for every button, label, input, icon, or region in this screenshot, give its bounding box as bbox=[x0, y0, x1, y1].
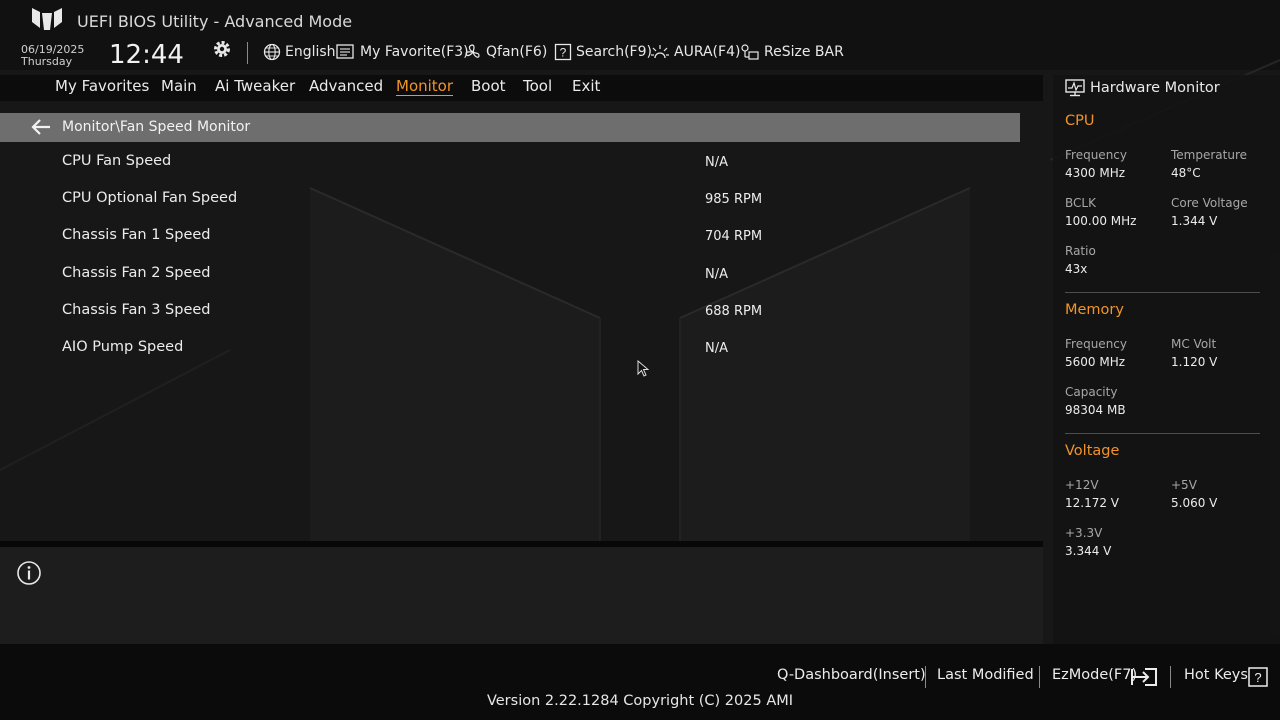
main-menu-bar bbox=[0, 75, 1043, 101]
aura-button[interactable]: AURA(F4) bbox=[650, 42, 740, 62]
header-separator bbox=[247, 42, 248, 64]
question-box-icon[interactable]: ? bbox=[1248, 667, 1268, 687]
hw-5v-label: +5V bbox=[1171, 478, 1197, 492]
globe-icon bbox=[263, 43, 281, 61]
tab-advanced[interactable]: Advanced bbox=[309, 77, 383, 95]
row-value-chassis-fan-1: 704 RPM bbox=[705, 229, 763, 244]
hw-mem-capacity-label: Capacity bbox=[1065, 385, 1118, 399]
hw-cpu-heading: CPU bbox=[1065, 113, 1095, 129]
hw-cpu-core-voltage-label: Core Voltage bbox=[1171, 196, 1248, 210]
row-value-cpu-fan: N/A bbox=[705, 155, 728, 170]
row-label-chassis-fan-2[interactable]: Chassis Fan 2 Speed bbox=[62, 265, 210, 281]
language-button[interactable]: English bbox=[263, 42, 336, 62]
tab-exit[interactable]: Exit bbox=[572, 77, 600, 95]
hw-mem-mc-volt-value: 1.120 V bbox=[1171, 355, 1218, 369]
row-label-cpu-fan[interactable]: CPU Fan Speed bbox=[62, 153, 171, 169]
hw-cpu-core-voltage-value: 1.344 V bbox=[1171, 214, 1218, 228]
mouse-cursor-icon bbox=[637, 360, 649, 377]
resize-bar-button[interactable]: ReSize BAR bbox=[740, 42, 844, 62]
hw-33v-value: 3.344 V bbox=[1065, 544, 1112, 558]
row-value-chassis-fan-3: 688 RPM bbox=[705, 304, 763, 319]
aura-label: AURA(F4) bbox=[674, 44, 741, 60]
svg-text:?: ? bbox=[1254, 670, 1261, 685]
tab-tool[interactable]: Tool bbox=[523, 77, 552, 95]
info-icon bbox=[17, 561, 41, 585]
hw-voltage-heading: Voltage bbox=[1065, 443, 1120, 459]
qfan-button[interactable]: Qfan(F6) bbox=[464, 42, 547, 62]
hw-cpu-frequency-label: Frequency bbox=[1065, 148, 1127, 162]
hw-33v-label: +3.3V bbox=[1065, 526, 1103, 540]
my-favorite-button[interactable]: My Favorite(F3) bbox=[336, 42, 469, 62]
svg-text:?: ? bbox=[560, 46, 567, 60]
tuf-logo-icon bbox=[32, 8, 62, 30]
monitor-chart-icon bbox=[1065, 79, 1085, 97]
hw-cpu-ratio-value: 43x bbox=[1065, 262, 1088, 276]
gear-icon[interactable] bbox=[212, 39, 232, 59]
hw-cpu-bclk-value: 100.00 MHz bbox=[1065, 214, 1137, 228]
tab-my-favorites[interactable]: My Favorites bbox=[55, 77, 149, 95]
hardware-monitor-title: Hardware Monitor bbox=[1090, 80, 1220, 96]
row-label-chassis-fan-3[interactable]: Chassis Fan 3 Speed bbox=[62, 302, 210, 318]
hw-cpu-temperature-value: 48°C bbox=[1171, 166, 1201, 180]
version-text: Version 2.22.1284 Copyright (C) 2025 AMI bbox=[486, 693, 794, 709]
fan-icon bbox=[465, 44, 480, 58]
hw-cpu-bclk-label: BCLK bbox=[1065, 196, 1096, 210]
row-label-chassis-fan-1[interactable]: Chassis Fan 1 Speed bbox=[62, 227, 210, 243]
hw-12v-value: 12.172 V bbox=[1065, 496, 1120, 510]
search-label: Search(F9) bbox=[576, 44, 652, 60]
resize-bar-icon bbox=[741, 44, 759, 60]
hw-cpu-frequency-value: 4300 MHz bbox=[1065, 166, 1126, 180]
hw-cpu-temperature-label: Temperature bbox=[1171, 148, 1248, 162]
hw-5v-value: 5.060 V bbox=[1171, 496, 1218, 510]
row-label-cpu-optional-fan[interactable]: CPU Optional Fan Speed bbox=[62, 190, 237, 206]
row-value-aio-pump: N/A bbox=[705, 341, 728, 356]
aura-light-icon bbox=[651, 45, 669, 59]
exit-to-ezmode-icon[interactable] bbox=[1131, 667, 1159, 687]
language-label: English bbox=[285, 44, 336, 60]
resize-bar-label: ReSize BAR bbox=[764, 44, 844, 60]
hw-mem-capacity-value: 98304 MB bbox=[1065, 403, 1126, 417]
clock[interactable]: 12:44 bbox=[109, 40, 184, 70]
hw-mem-frequency-label: Frequency bbox=[1065, 337, 1127, 351]
breadcrumb-path: Monitor\Fan Speed Monitor bbox=[62, 119, 251, 135]
qfan-label: Qfan(F6) bbox=[486, 44, 548, 60]
hw-12v-label: +12V bbox=[1065, 478, 1099, 492]
hw-mem-mc-volt-label: MC Volt bbox=[1171, 337, 1217, 351]
hw-mem-frequency-value: 5600 MHz bbox=[1065, 355, 1126, 369]
hw-divider bbox=[1065, 433, 1260, 434]
tab-boot[interactable]: Boot bbox=[471, 77, 506, 95]
search-box-icon: ? bbox=[554, 43, 572, 61]
row-label-aio-pump[interactable]: AIO Pump Speed bbox=[62, 339, 183, 355]
day-text: Thursday bbox=[21, 55, 73, 68]
hw-memory-heading: Memory bbox=[1065, 302, 1124, 318]
footer-separator bbox=[1170, 666, 1171, 688]
footer-separator bbox=[1039, 666, 1040, 688]
search-button[interactable]: ? Search(F9) bbox=[554, 42, 652, 62]
hw-divider bbox=[1065, 292, 1260, 293]
ezmode-button[interactable]: EzMode(F7) bbox=[1052, 667, 1137, 683]
tab-monitor[interactable]: Monitor bbox=[396, 77, 454, 96]
help-info-panel bbox=[0, 547, 1043, 644]
favorite-list-icon bbox=[336, 44, 354, 59]
row-value-cpu-optional-fan: 985 RPM bbox=[705, 192, 763, 207]
last-modified-button[interactable]: Last Modified bbox=[937, 667, 1034, 683]
footer-separator bbox=[925, 666, 926, 688]
tab-main[interactable]: Main bbox=[161, 77, 197, 95]
row-value-chassis-fan-2: N/A bbox=[705, 267, 728, 282]
app-title: UEFI BIOS Utility - Advanced Mode bbox=[77, 12, 353, 31]
hot-keys-button[interactable]: Hot Keys bbox=[1184, 667, 1248, 683]
back-arrow-icon[interactable] bbox=[30, 117, 52, 137]
tab-ai-tweaker[interactable]: Ai Tweaker bbox=[215, 77, 295, 95]
q-dashboard-button[interactable]: Q-Dashboard(Insert) bbox=[777, 667, 926, 683]
hw-cpu-ratio-label: Ratio bbox=[1065, 244, 1096, 258]
my-favorite-label: My Favorite(F3) bbox=[360, 44, 469, 60]
